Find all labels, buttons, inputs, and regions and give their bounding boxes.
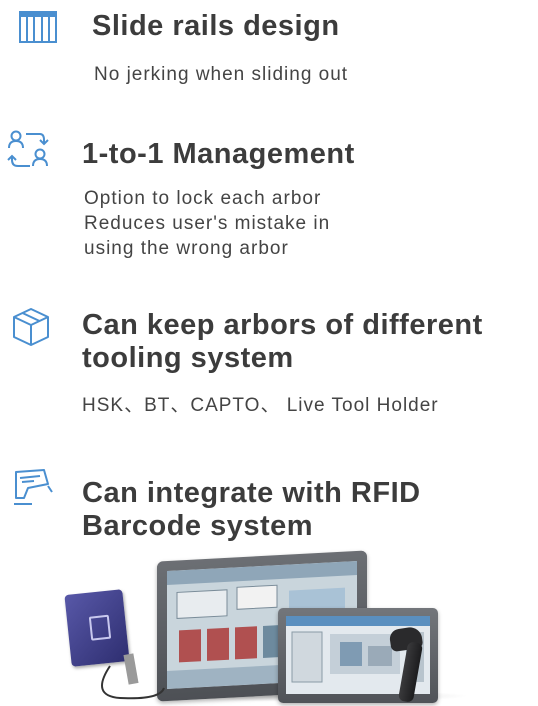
feature-description: HSK、BT、CAPTO、 Live Tool Holder (82, 395, 439, 416)
slide-rails-icon (18, 10, 58, 44)
exchange-users-icon (6, 128, 52, 172)
hardware-illustration (60, 550, 470, 705)
rfid-cable (101, 653, 165, 700)
feature-title: Can integrate with RFID Barcode system (82, 477, 421, 542)
feature-title: 1-to-1 Management (82, 138, 355, 170)
feature-title: Slide rails design (92, 10, 340, 42)
box-icon (10, 306, 52, 348)
feature-title: Can keep arbors of different tooling sys… (82, 309, 483, 374)
rfid-scanner-icon (10, 466, 54, 508)
feature-description: No jerking when sliding out (94, 64, 349, 85)
feature-description: Option to lock each arbor Reduces user's… (84, 188, 331, 259)
